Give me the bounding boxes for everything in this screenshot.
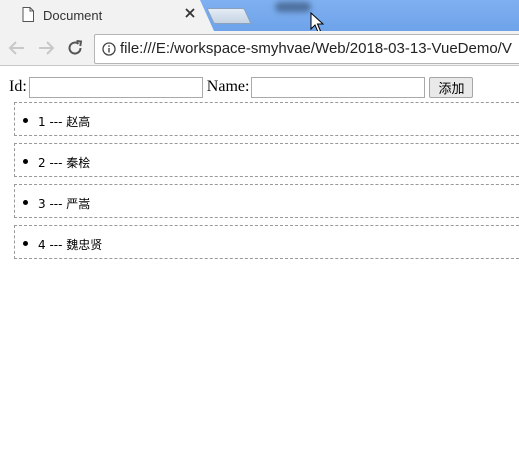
add-button[interactable]: 添加 bbox=[429, 76, 474, 98]
browser-toolbar: file:///E:/workspace-smyhvae/Web/2018-03… bbox=[0, 31, 519, 66]
id-input[interactable] bbox=[28, 76, 203, 98]
name-input[interactable] bbox=[251, 76, 426, 98]
page-content: Id: Name: 添加 1 --- 赵高 2 --- 秦桧 3 --- 严嵩 … bbox=[0, 66, 519, 468]
bullet bbox=[23, 118, 28, 123]
blurred-region bbox=[275, 2, 311, 12]
id-label: Id: bbox=[9, 78, 27, 95]
name-label: Name: bbox=[206, 78, 250, 95]
tab-strip: Document bbox=[0, 0, 519, 31]
list-item-text: 3 --- 严嵩 bbox=[38, 197, 91, 211]
bullet bbox=[23, 241, 28, 246]
list-item: 4 --- 魏忠贤 bbox=[14, 225, 519, 259]
forward-arrow-icon[interactable] bbox=[37, 39, 55, 57]
url-text: file:///E:/workspace-smyhvae/Web/2018-03… bbox=[120, 40, 512, 57]
list-item-text: 4 --- 魏忠贤 bbox=[38, 238, 103, 252]
back-arrow-icon[interactable] bbox=[8, 39, 26, 57]
close-tab-icon[interactable] bbox=[184, 7, 196, 19]
list-item-text: 2 --- 秦桧 bbox=[38, 156, 91, 170]
document-icon bbox=[22, 7, 34, 22]
reload-icon[interactable] bbox=[66, 39, 84, 57]
info-icon[interactable] bbox=[102, 42, 116, 56]
browser-tab[interactable]: Document bbox=[0, 0, 214, 31]
tab-title: Document bbox=[43, 8, 103, 23]
new-tab-button[interactable] bbox=[206, 8, 252, 24]
list-item: 1 --- 赵高 bbox=[14, 102, 519, 136]
address-bar[interactable]: file:///E:/workspace-smyhvae/Web/2018-03… bbox=[94, 34, 519, 64]
list-item-text: 1 --- 赵高 bbox=[38, 115, 91, 129]
bullet bbox=[23, 200, 28, 205]
add-form: Id: Name: 添加 bbox=[9, 76, 474, 98]
list-item: 2 --- 秦桧 bbox=[14, 143, 519, 177]
bullet bbox=[23, 159, 28, 164]
list-item: 3 --- 严嵩 bbox=[14, 184, 519, 218]
item-list: 1 --- 赵高 2 --- 秦桧 3 --- 严嵩 4 --- 魏忠贤 bbox=[14, 102, 519, 266]
